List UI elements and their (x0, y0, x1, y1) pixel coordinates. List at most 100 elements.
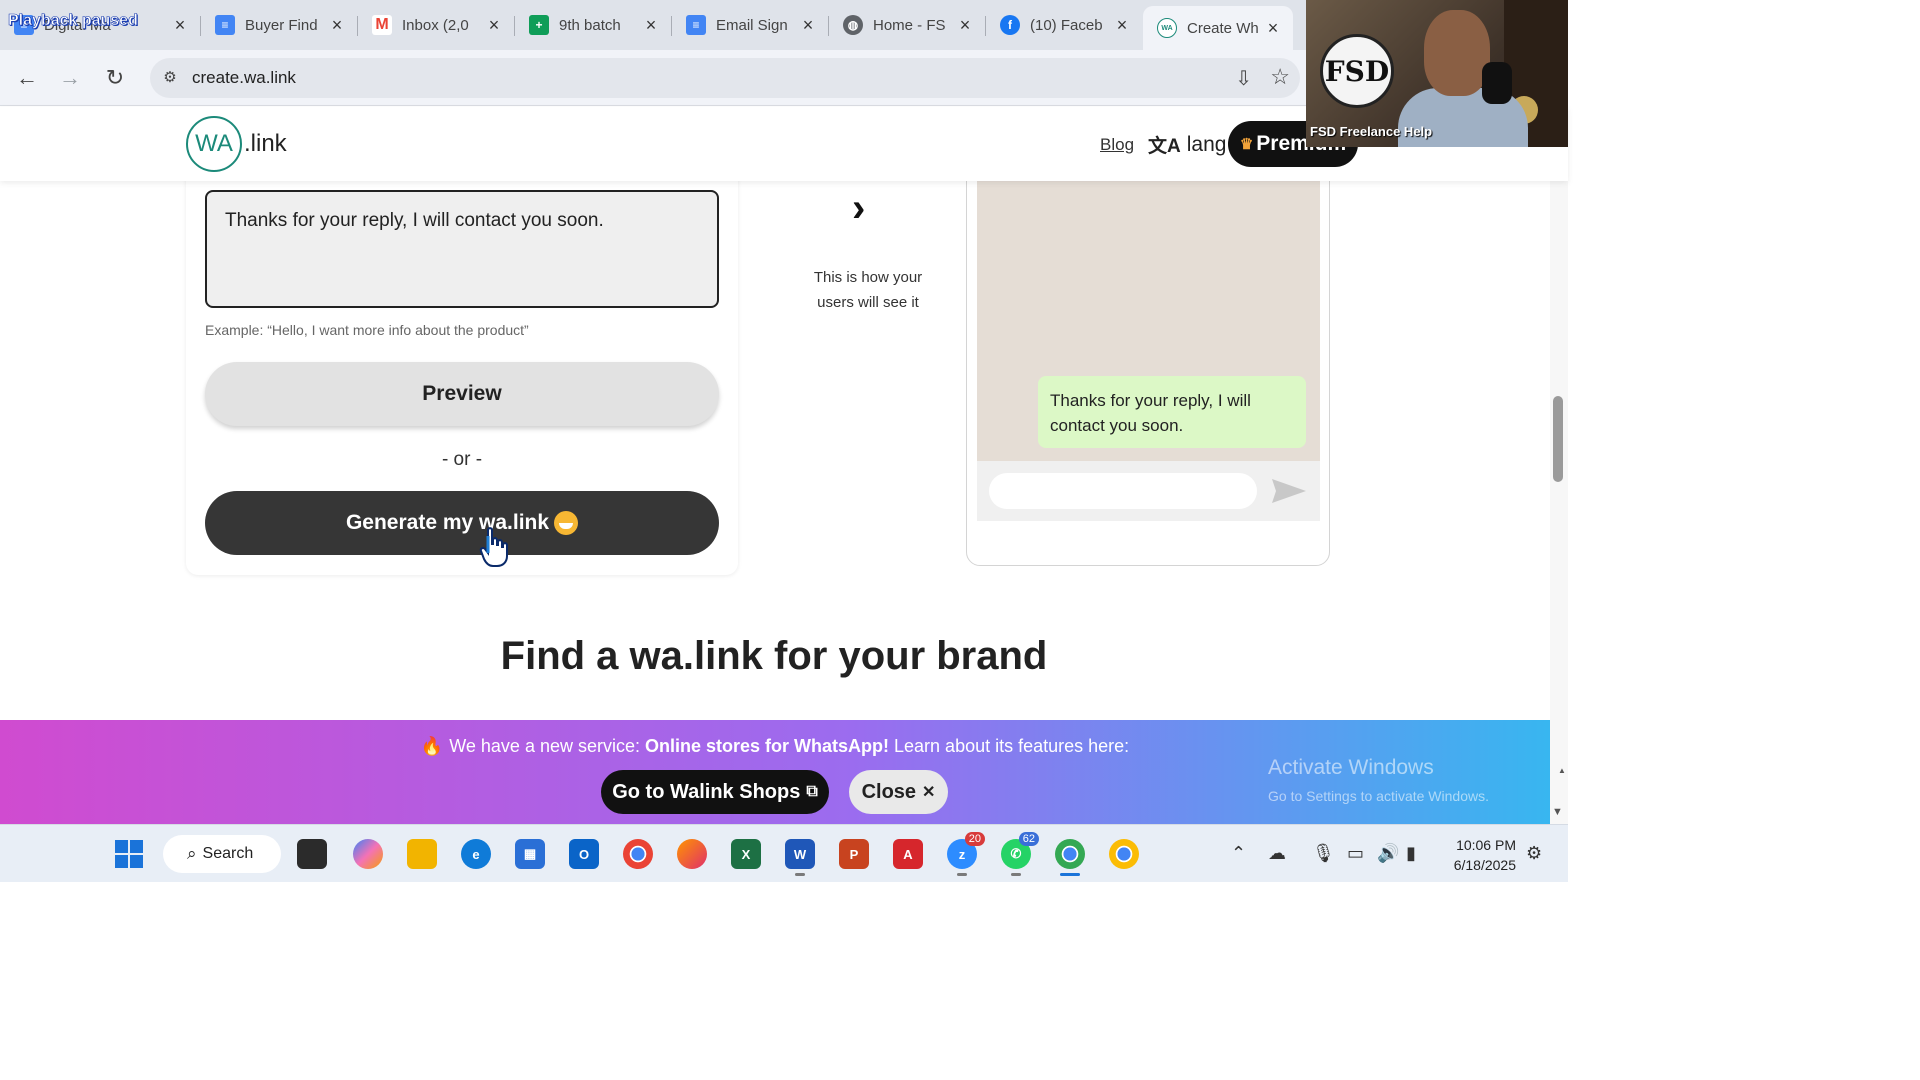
close-icon[interactable]: × (1263, 18, 1283, 39)
address-bar[interactable]: ⚙ create.wa.link ⇩ ☆ (150, 58, 1300, 98)
crown-icon: ♛ (1239, 136, 1254, 153)
tab-title: Email Sign (716, 16, 788, 34)
notification-icon[interactable]: ⚙ (1526, 843, 1542, 864)
google-sheets-icon: + (529, 15, 549, 35)
search-label: Search (202, 845, 254, 862)
windows-start-icon[interactable] (114, 839, 144, 869)
word-running-indicator (795, 873, 805, 876)
tab-create-wh[interactable]: WA Create Wh × (1143, 6, 1293, 50)
excel-icon[interactable]: X (731, 839, 761, 869)
taskbar-search[interactable]: ⌕ Search (163, 835, 281, 873)
install-app-icon[interactable]: ⇩ (1235, 66, 1252, 91)
hand-cursor-icon (479, 527, 508, 567)
close-icon[interactable]: × (170, 15, 190, 36)
task-view-icon[interactable] (297, 839, 327, 869)
logo-mark: WA (186, 116, 242, 172)
scrollbar-thumb[interactable] (1553, 396, 1563, 482)
windows-taskbar: ⌕ Search e ▦ O X W P A z 20 ✆ 62 ⌃ ☁ 🎙 ▭… (0, 824, 1568, 882)
close-banner-button[interactable]: Close ✕ (849, 770, 948, 814)
network-icon[interactable]: ▭ (1347, 843, 1364, 864)
chat-message-bubble: Thanks for your reply, I will contact yo… (1038, 376, 1306, 448)
volume-icon[interactable]: 🔊 (1377, 843, 1399, 864)
gmail-icon: M (372, 15, 392, 35)
promo-message: 🔥 We have a new service: Online stores fo… (0, 736, 1550, 757)
generate-link-button[interactable]: Generate my wa.link (205, 491, 719, 555)
word-icon[interactable]: W (785, 839, 815, 869)
tab-title: 9th batch (559, 16, 621, 34)
powerpoint-icon[interactable]: P (839, 839, 869, 869)
outlook-icon[interactable]: O (569, 839, 599, 869)
microphone-icon (1482, 62, 1512, 104)
chevron-right-icon: › (852, 186, 866, 230)
walink-logo[interactable]: WA .link (186, 116, 287, 172)
language-selector[interactable]: 文A lang (1148, 131, 1226, 158)
chrome-icon[interactable] (623, 839, 653, 869)
close-icon[interactable]: × (955, 15, 975, 36)
search-icon: ⌕ (187, 844, 197, 863)
chrome-active-indicator (1060, 873, 1080, 876)
close-icon[interactable]: × (641, 15, 661, 36)
reload-icon[interactable]: ↻ (101, 64, 129, 92)
chrome-profile-icon[interactable] (1055, 839, 1085, 869)
scroll-down-icon[interactable]: ▼ (1552, 806, 1563, 818)
acrobat-icon[interactable]: A (893, 839, 923, 869)
fsd-logo: FSD (1320, 34, 1394, 108)
clock-time: 10:06 PM (1456, 837, 1516, 853)
tab-facebook[interactable]: f (10) Faceb × (986, 6, 1142, 44)
zoom-icon[interactable]: z 20 (947, 832, 985, 869)
promo-text-bold: Online stores for WhatsApp! (645, 736, 890, 756)
tab-9th-batch[interactable]: + 9th batch × (515, 6, 671, 44)
preview-caption: This is how your users will see it (813, 269, 923, 311)
tab-home-fs[interactable]: ◍ Home - FS × (829, 6, 985, 44)
store-icon[interactable]: ▦ (515, 839, 545, 869)
facebook-icon: f (1000, 15, 1020, 35)
close-icon[interactable]: × (484, 15, 504, 36)
google-docs-icon: ≡ (215, 15, 235, 35)
page-scrollbar[interactable] (1550, 181, 1568, 824)
firefox-icon[interactable] (677, 839, 707, 869)
microphone-tray-icon[interactable]: 🎙 (1312, 843, 1335, 864)
activate-windows-watermark: Activate Windows Go to Settings to activ… (1268, 756, 1489, 804)
tab-title: Inbox (2,0 (402, 16, 469, 34)
playback-status: Playback paused (8, 12, 138, 30)
blog-link[interactable]: Blog (1100, 135, 1134, 155)
promo-text-after: Learn about its features here: (889, 736, 1130, 756)
battery-icon[interactable]: ▮ (1406, 843, 1416, 864)
promo-text-before: We have a new service: (449, 736, 645, 756)
cloud-offline-icon[interactable]: ☁ (1268, 843, 1286, 864)
site-settings-icon[interactable]: ⚙ (160, 68, 180, 88)
back-arrow-icon[interactable]: ← (13, 64, 41, 92)
forward-arrow-icon[interactable]: → (56, 64, 84, 92)
preview-button[interactable]: Preview (205, 362, 719, 426)
file-explorer-icon[interactable] (407, 839, 437, 869)
url-text[interactable]: create.wa.link (192, 68, 296, 88)
system-clock[interactable]: 10:06 PM 6/18/2025 (1440, 835, 1516, 875)
message-textarea[interactable]: Thanks for your reply, I will contact yo… (205, 190, 719, 308)
chat-input-field (989, 473, 1257, 509)
tab-buyer-find[interactable]: ≡ Buyer Find × (201, 6, 357, 44)
scroll-up-icon[interactable]: ▲ (1558, 766, 1566, 775)
tab-email-sign[interactable]: ≡ Email Sign × (672, 6, 828, 44)
presenter-head (1424, 10, 1490, 96)
zoom-running-indicator (957, 873, 967, 876)
close-icon[interactable]: × (1112, 15, 1132, 36)
globe-icon: ◍ (843, 15, 863, 35)
edge-icon[interactable]: e (461, 839, 491, 869)
walink-shops-button[interactable]: Go to Walink Shops ⧉ (601, 770, 829, 814)
close-icon[interactable]: × (798, 15, 818, 36)
close-icon[interactable]: × (327, 15, 347, 36)
message-example-hint: Example: “Hello, I want more info about … (205, 322, 529, 338)
clock-date: 6/18/2025 (1453, 857, 1516, 873)
flame-icon: 🔥 (420, 736, 444, 756)
chevron-up-icon[interactable]: ⌃ (1231, 843, 1246, 864)
copilot-icon[interactable] (353, 839, 383, 869)
whatsapp-icon[interactable]: ✆ 62 (1001, 832, 1039, 869)
tab-title: Buyer Find (245, 16, 318, 34)
bookmark-star-icon[interactable]: ☆ (1270, 64, 1290, 90)
close-icon: ✕ (922, 784, 936, 801)
chrome-second-profile-icon[interactable] (1109, 839, 1139, 869)
tab-inbox[interactable]: M Inbox (2,0 × (358, 6, 514, 44)
logo-text: .link (244, 130, 287, 157)
external-link-icon: ⧉ (806, 783, 818, 800)
activate-subtitle: Go to Settings to activate Windows. (1268, 788, 1489, 804)
